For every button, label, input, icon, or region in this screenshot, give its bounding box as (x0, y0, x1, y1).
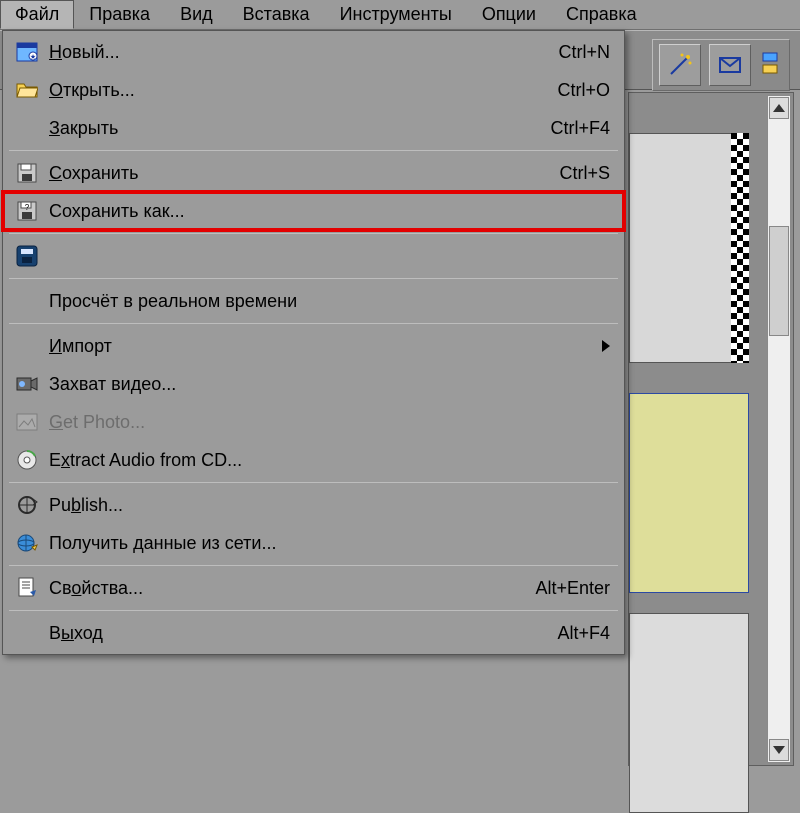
menu-separator (9, 233, 618, 234)
no-icon (11, 332, 43, 360)
menubar-label: Вставка (243, 4, 310, 25)
publish-icon (11, 491, 43, 519)
folder-open-icon (11, 76, 43, 104)
envelope-tool-button[interactable] (709, 44, 751, 86)
chevron-down-icon (773, 746, 785, 754)
menu-label: Get Photo... (49, 412, 610, 433)
menubar-label: Опции (482, 4, 536, 25)
wand-icon (667, 52, 693, 78)
menubar-item-tools[interactable]: Инструменты (325, 0, 467, 29)
menubar-item-options[interactable]: Опции (467, 0, 551, 29)
menu-item-publish[interactable]: Publish... (3, 486, 624, 524)
menu-separator (9, 150, 618, 151)
menu-item-properties[interactable]: Свойства... Alt+Enter (3, 569, 624, 607)
scrollbar-vertical[interactable] (767, 95, 791, 763)
menu-item-save[interactable]: Сохранить Ctrl+S (3, 154, 624, 192)
menu-label: Сохранить (49, 163, 559, 184)
net-icon (11, 529, 43, 557)
svg-text:?: ? (25, 203, 30, 212)
scroll-up-button[interactable] (769, 97, 789, 119)
menu-label: Просчёт в реальном времени (49, 291, 610, 312)
menubar-label: Файл (15, 4, 59, 25)
floppy-icon (11, 159, 43, 187)
menu-separator (9, 610, 618, 611)
menu-item-new[interactable]: ★ Новый... Ctrl+N (3, 33, 624, 71)
menubar-item-help[interactable]: Справка (551, 0, 652, 29)
capture-icon (11, 370, 43, 398)
no-icon (11, 619, 43, 647)
stack-icon (761, 51, 781, 79)
menu-separator (9, 278, 618, 279)
thumbnail-1[interactable] (629, 133, 749, 363)
menu-label: Выход (49, 623, 557, 644)
side-panel (628, 92, 794, 766)
menubar-item-file[interactable]: Файл (0, 0, 74, 29)
menu-item-exit[interactable]: Выход Alt+F4 (3, 614, 624, 652)
menubar-label: Справка (566, 4, 637, 25)
menu-item-realtime-render[interactable]: Просчёт в реальном времени (3, 282, 624, 320)
manager-tool-button[interactable] (759, 44, 783, 86)
menu-separator (9, 565, 618, 566)
no-icon (11, 287, 43, 315)
menu-separator (9, 482, 618, 483)
submenu-arrow-icon (602, 340, 610, 352)
wand-tool-button[interactable] (659, 44, 701, 86)
menu-label: Получить данные из сети... (49, 533, 610, 554)
chevron-up-icon (773, 104, 785, 112)
menu-label: Свойства... (49, 578, 535, 599)
menu-item-import[interactable]: Импорт (3, 327, 624, 365)
menu-item-extract-audio[interactable]: Extract Audio from CD... (3, 441, 624, 479)
menu-label: Новый... (49, 42, 558, 63)
envelope-icon (717, 52, 743, 78)
menu-item-open[interactable]: Открыть... Ctrl+O (3, 71, 624, 109)
menu-label: Extract Audio from CD... (49, 450, 610, 471)
scroll-down-button[interactable] (769, 739, 789, 761)
cd-icon (11, 446, 43, 474)
menu-item-compact-save[interactable] (3, 237, 624, 275)
menubar-item-edit[interactable]: Правка (74, 0, 165, 29)
menu-label: Захват видео... (49, 374, 610, 395)
menu-item-get-from-net[interactable]: Получить данные из сети... (3, 524, 624, 562)
menu-item-capture-video[interactable]: Захват видео... (3, 365, 624, 403)
floppy-prompt-icon: ? (11, 197, 43, 225)
file-menu-dropdown: ★ Новый... Ctrl+N Открыть... Ctrl+O Закр… (2, 30, 625, 655)
svg-text:★: ★ (30, 53, 36, 61)
menu-label: Импорт (49, 336, 602, 357)
menu-shortcut: Ctrl+F4 (550, 118, 610, 139)
menubar-label: Правка (89, 4, 150, 25)
menu-item-save-as[interactable]: ? Сохранить как... (3, 192, 624, 230)
thumbnail-2[interactable] (629, 393, 749, 593)
menubar-item-view[interactable]: Вид (165, 0, 228, 29)
menu-label: Закрыть (49, 118, 550, 139)
toolbar-group (652, 39, 790, 91)
menubar-label: Инструменты (340, 4, 452, 25)
new-window-icon: ★ (11, 38, 43, 66)
menu-item-close[interactable]: Закрыть Ctrl+F4 (3, 109, 624, 147)
menu-shortcut: Alt+Enter (535, 578, 610, 599)
menu-shortcut: Alt+F4 (557, 623, 610, 644)
menu-item-get-photo: Get Photo... (3, 403, 624, 441)
menu-label: Publish... (49, 495, 610, 516)
menu-shortcut: Ctrl+O (557, 80, 610, 101)
menu-shortcut: Ctrl+S (559, 163, 610, 184)
scroll-thumb[interactable] (769, 226, 789, 336)
no-icon (11, 114, 43, 142)
menu-shortcut: Ctrl+N (558, 42, 610, 63)
thumbnail-3[interactable] (629, 613, 749, 813)
menu-label: Сохранить как... (49, 201, 610, 222)
menu-label: Открыть... (49, 80, 557, 101)
menu-separator (9, 323, 618, 324)
compact-save-icon (11, 242, 43, 270)
menubar-label: Вид (180, 4, 213, 25)
menubar-item-insert[interactable]: Вставка (228, 0, 325, 29)
menubar: Файл Правка Вид Вставка Инструменты Опци… (0, 0, 800, 30)
properties-icon (11, 574, 43, 602)
photo-icon (11, 408, 43, 436)
